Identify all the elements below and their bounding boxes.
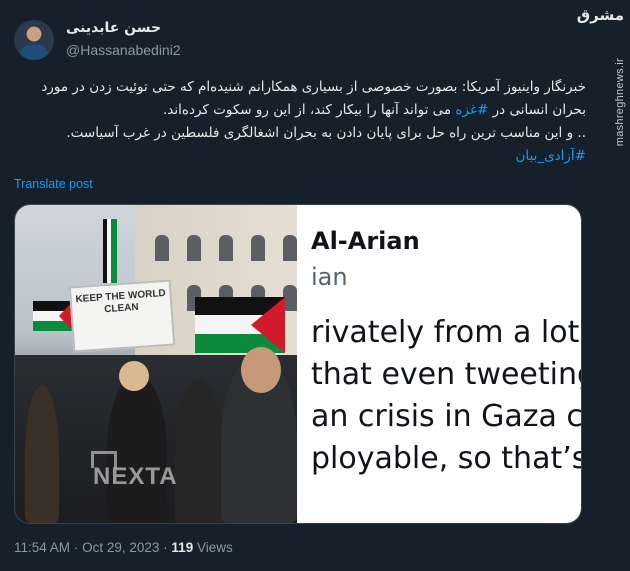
post-date[interactable]: Oct 29, 2023	[82, 540, 159, 555]
media-container[interactable]: KEEP THE WORLD CLEAN NEXTA Al-Arian ian …	[14, 204, 582, 524]
translate-post-link[interactable]: Translate post	[14, 177, 93, 191]
tweet-line-3: .. و این مناسب ترین راه حل برای پایان دا…	[66, 125, 586, 141]
quote-name: Al-Arian	[311, 227, 420, 255]
watermark-logo: مشرق	[576, 6, 624, 24]
protest-photo[interactable]: KEEP THE WORLD CLEAN NEXTA	[15, 205, 297, 523]
watermark-site: mashreghnews.ir	[614, 58, 626, 147]
quote-line-2: that even tweeting a	[311, 357, 581, 392]
palestine-flag-left	[33, 301, 73, 331]
tweet-line-1: خبرنگار واینیوز آمریکا: بصورت خصوصی از ب…	[41, 79, 586, 95]
avatar[interactable]	[14, 20, 54, 60]
tweet-text: خبرنگار واینیوز آمریکا: بصورت خصوصی از ب…	[14, 76, 586, 168]
hashtag-gaza[interactable]: #غزه	[455, 102, 488, 118]
nexta-watermark: NEXTA	[93, 463, 178, 490]
palestine-flag-right	[195, 297, 285, 353]
meta-separator-1: ·	[73, 540, 79, 555]
author-display-name[interactable]: حسن عابدینی	[66, 20, 161, 36]
views-label: Views	[196, 540, 233, 555]
quote-handle: ian	[311, 263, 348, 291]
views-count: 119	[171, 540, 194, 555]
tweet-line-2-prefix: بحران انسانی در	[492, 102, 586, 118]
palestine-flag-top	[103, 219, 117, 283]
quoted-screenshot[interactable]: Al-Arian ian rivately from a lot o that …	[297, 205, 581, 523]
post-time[interactable]: 11:54 AM	[14, 540, 70, 555]
tweet-line-2-suffix: می تواند آنها را بیکار کند،	[309, 102, 452, 118]
tweet-line-2-end: از این رو سکوت کرده‌اند.	[163, 102, 306, 118]
quote-line-1: rivately from a lot o	[311, 315, 581, 350]
meta-separator-2: ·	[163, 540, 168, 555]
author-handle[interactable]: @Hassanabedini2	[66, 42, 181, 58]
crowd	[15, 347, 297, 523]
quote-line-3: an crisis in Gaza cou	[311, 399, 581, 434]
hashtag-freedom-of-speech[interactable]: #آزادی_بیان	[14, 145, 586, 168]
post-meta: 11:54 AM · Oct 29, 2023 · 119 Views	[14, 540, 233, 555]
quote-line-4: ployable, so that’s w	[311, 441, 581, 476]
protest-sign: KEEP THE WORLD CLEAN	[68, 279, 176, 353]
tweet-line-2: بحران انسانی در #غزه می تواند آنها را بی…	[14, 99, 586, 122]
